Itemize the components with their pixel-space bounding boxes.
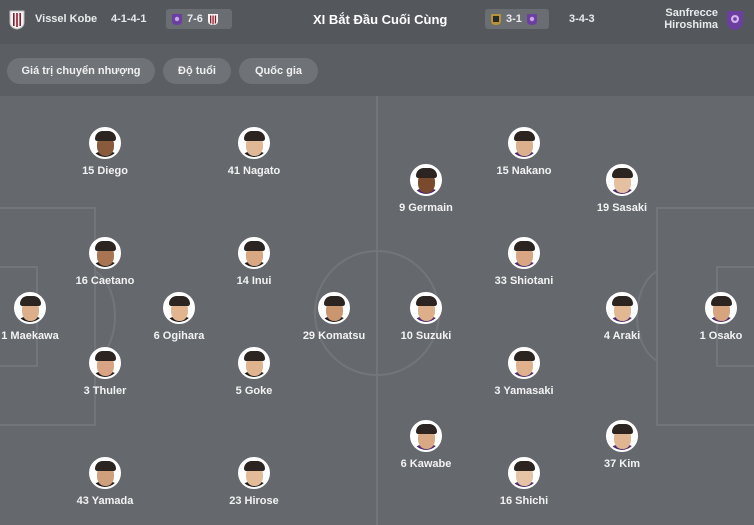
- filter-tabs: Giá trị chuyển nhượng Độ tuổi Quốc gia: [0, 44, 754, 96]
- away-team-name[interactable]: Sanfrecce Hiroshima: [640, 7, 718, 31]
- page-title: XI Bắt Đầu Cuối Cùng: [313, 12, 448, 27]
- player-photo: [410, 292, 442, 324]
- player-name: 6 Ogihara: [153, 330, 205, 342]
- player-name: 10 Suzuki: [400, 330, 452, 342]
- tab-transfer-value[interactable]: Giá trị chuyển nhượng: [7, 58, 155, 84]
- player-photo: [238, 457, 270, 489]
- sanfrecce-hiroshima-crest-icon: [727, 11, 743, 30]
- player-name: 6 Kawabe: [400, 458, 452, 470]
- player-name: 16 Shichi: [499, 495, 549, 507]
- player-name: 1 Osako: [699, 330, 743, 342]
- away-player[interactable]: 9 Germain: [376, 164, 476, 214]
- player-name: 14 Inui: [236, 275, 272, 287]
- away-formation: 3-4-3: [569, 13, 595, 25]
- player-photo: [606, 164, 638, 196]
- player-photo: [410, 420, 442, 452]
- away-player[interactable]: 16 Shichi: [474, 457, 574, 507]
- player-photo: [89, 347, 121, 379]
- player-photo: [508, 237, 540, 269]
- home-player[interactable]: 1 Maekawa: [0, 292, 80, 342]
- player-photo: [238, 237, 270, 269]
- player-name: 16 Caetano: [75, 275, 135, 287]
- player-name: 19 Sasaki: [596, 202, 648, 214]
- player-photo: [508, 457, 540, 489]
- player-name: 37 Kim: [603, 458, 641, 470]
- sanfrecce-crest-icon: [172, 13, 182, 25]
- tab-nationality[interactable]: Quốc gia: [239, 58, 318, 84]
- away-player[interactable]: 15 Nakano: [474, 127, 574, 177]
- away-player[interactable]: 37 Kim: [572, 420, 672, 470]
- vissel-kobe-crest-icon: [9, 10, 25, 30]
- home-player[interactable]: 15 Diego: [55, 127, 155, 177]
- home-formation: 4-1-4-1: [111, 13, 147, 25]
- player-photo: [89, 127, 121, 159]
- sanfrecce-crest-icon: [526, 13, 537, 25]
- player-photo: [606, 420, 638, 452]
- player-name: 1 Maekawa: [1, 330, 59, 342]
- player-photo: [318, 292, 350, 324]
- away-player[interactable]: 4 Araki: [572, 292, 672, 342]
- player-name: 5 Goke: [235, 385, 273, 397]
- home-recent-score: 7-6: [187, 13, 203, 25]
- player-photo: [238, 127, 270, 159]
- player-photo: [89, 237, 121, 269]
- away-recent-result[interactable]: 3-1: [485, 9, 549, 29]
- home-player[interactable]: 5 Goke: [204, 347, 304, 397]
- home-player[interactable]: 41 Nagato: [204, 127, 304, 177]
- player-name: 3 Thuler: [83, 385, 127, 397]
- player-name: 41 Nagato: [227, 165, 281, 177]
- player-photo: [89, 457, 121, 489]
- away-player[interactable]: 19 Sasaki: [572, 164, 672, 214]
- home-recent-result[interactable]: 7-6: [166, 9, 232, 29]
- player-name: 33 Shiotani: [494, 275, 554, 287]
- player-photo: [410, 164, 442, 196]
- away-team-name-line2: Hiroshima: [664, 19, 718, 31]
- player-photo: [705, 292, 737, 324]
- player-photo: [508, 347, 540, 379]
- player-name: 9 Germain: [399, 202, 453, 214]
- home-player[interactable]: 3 Thuler: [55, 347, 155, 397]
- player-name: 29 Komatsu: [302, 330, 366, 342]
- opponent-crest-icon: [491, 13, 501, 25]
- player-photo: [606, 292, 638, 324]
- away-player[interactable]: 3 Yamasaki: [474, 347, 574, 397]
- lineup-header: Vissel Kobe 4-1-4-1 7-6 XI Bắt Đầu Cuối …: [0, 0, 754, 44]
- home-team-name[interactable]: Vissel Kobe: [35, 13, 97, 25]
- player-name: 43 Yamada: [76, 495, 134, 507]
- player-name: 15 Nakano: [496, 165, 552, 177]
- home-player[interactable]: 16 Caetano: [55, 237, 155, 287]
- player-name: 3 Yamasaki: [494, 385, 554, 397]
- away-recent-score: 3-1: [506, 13, 522, 25]
- home-player[interactable]: 43 Yamada: [55, 457, 155, 507]
- tab-age[interactable]: Độ tuổi: [163, 58, 231, 84]
- player-photo: [163, 292, 195, 324]
- away-player[interactable]: 1 Osako: [671, 292, 754, 342]
- home-player[interactable]: 14 Inui: [204, 237, 304, 287]
- away-team-name-line1: Sanfrecce: [665, 7, 718, 19]
- player-name: 15 Diego: [82, 165, 128, 177]
- player-name: 23 Hirose: [229, 495, 279, 507]
- player-name: 4 Araki: [603, 330, 641, 342]
- vissel-kobe-crest-icon: [207, 13, 218, 25]
- away-player[interactable]: 6 Kawabe: [376, 420, 476, 470]
- home-player[interactable]: 23 Hirose: [204, 457, 304, 507]
- home-player[interactable]: 29 Komatsu: [284, 292, 384, 342]
- player-photo: [508, 127, 540, 159]
- player-photo: [14, 292, 46, 324]
- player-photo: [238, 347, 270, 379]
- away-player[interactable]: 33 Shiotani: [474, 237, 574, 287]
- home-player[interactable]: 6 Ogihara: [129, 292, 229, 342]
- away-player[interactable]: 10 Suzuki: [376, 292, 476, 342]
